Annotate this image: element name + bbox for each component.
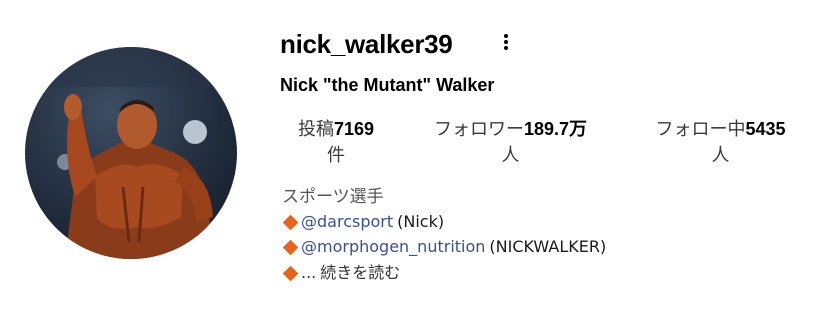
posts-unit: 件 (327, 145, 345, 166)
full-name: Nick "the Mutant" Walker (280, 75, 495, 95)
profile-category: スポーツ選手 (282, 187, 384, 207)
followers-unit: 人 (501, 145, 520, 166)
posts-count: 投稿7169 件 (286, 116, 386, 169)
bio-text: (Nick) (397, 212, 445, 231)
read-more-link[interactable]: 続きを読む (320, 262, 400, 284)
bio-line: @darcsport (Nick) (282, 211, 444, 233)
bio-ellipsis: ... (301, 263, 317, 282)
username: nick_walker39 (280, 29, 453, 59)
orange-diamond-icon (282, 214, 299, 230)
profile-photo-image (25, 47, 237, 259)
following-label: フォロー中 (655, 119, 746, 140)
more-vertical-icon (504, 34, 508, 50)
following-value: 5435 (745, 119, 786, 139)
posts-label: 投稿 (297, 119, 334, 140)
followers-label: フォロワー (433, 119, 524, 140)
mention-link-morphogen-nutrition[interactable]: @morphogen_nutrition (301, 236, 485, 258)
followers-value: 189.7万 (523, 119, 588, 139)
more-options-button[interactable] (494, 28, 518, 56)
bio-line: ... 続きを読む (282, 262, 400, 284)
profile-header: nick_walker39 Nick "the Mutant" Walker 投… (0, 0, 820, 317)
followers-count[interactable]: フォロワー189.7万 人 (413, 116, 608, 169)
bio-text: (NICKWALKER) (489, 237, 607, 256)
following-unit: 人 (711, 145, 730, 166)
mention-link-darcsport[interactable]: @darcsport (301, 211, 393, 233)
posts-value: 7169 (333, 119, 375, 139)
bio-line: @morphogen_nutrition (NICKWALKER) (282, 236, 606, 258)
orange-diamond-icon (282, 265, 299, 281)
orange-diamond-icon (282, 239, 299, 255)
avatar[interactable] (25, 47, 237, 259)
following-count[interactable]: フォロー中5435 人 (638, 116, 803, 169)
